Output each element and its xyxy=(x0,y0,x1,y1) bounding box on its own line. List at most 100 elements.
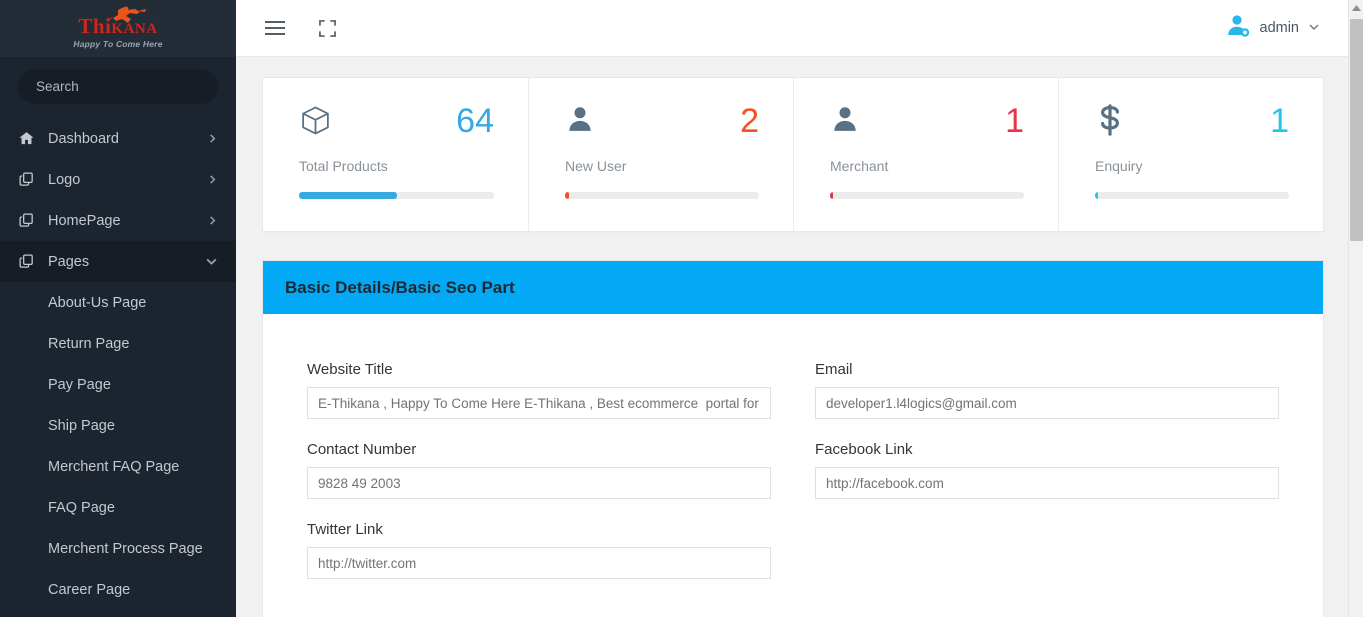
field-twitter-link: Twitter Link xyxy=(307,521,771,579)
form-column-right: Email Facebook Link xyxy=(793,361,1301,601)
sidebar-subitem-about-us-page[interactable]: About-Us Page xyxy=(0,282,236,323)
sidebar-item-label: Pages xyxy=(48,253,90,270)
brand-logo: ThiKANA Happy To Come Here xyxy=(52,6,184,52)
sidebar-subitem-label: FAQ Page xyxy=(48,499,115,516)
stat-value: 1 xyxy=(1005,102,1024,140)
field-label: Website Title xyxy=(307,361,393,378)
sidebar-subitem-pay-page[interactable]: Pay Page xyxy=(0,364,236,405)
sidebar-subitem-merchent-process-page[interactable]: Merchent Process Page xyxy=(0,528,236,569)
sidebar-item-label: HomePage xyxy=(48,212,121,229)
topbar: admin xyxy=(236,0,1348,57)
topbar-left-actions xyxy=(262,15,340,41)
sidebar: ThiKANA Happy To Come Here Dashboard xyxy=(0,0,236,617)
field-contact-number: Contact Number xyxy=(307,441,771,499)
sidebar-subitem-faq-page[interactable]: FAQ Page xyxy=(0,487,236,528)
sidebar-item-label: Dashboard xyxy=(48,130,119,147)
sidebar-subitem-career-page[interactable]: Career Page xyxy=(0,569,236,610)
website-title-input[interactable] xyxy=(307,387,771,419)
fullscreen-icon[interactable] xyxy=(314,15,340,41)
field-website-title: Website Title xyxy=(307,361,771,419)
stat-progress-bar xyxy=(565,192,759,199)
stat-top-row: 64 xyxy=(299,104,494,150)
user-avatar-icon xyxy=(1225,13,1251,44)
search-input[interactable] xyxy=(18,69,218,104)
chevron-down-icon xyxy=(1308,21,1320,35)
field-label: Contact Number xyxy=(307,441,417,458)
sidebar-subitem-label: Merchent Process Page xyxy=(48,540,203,557)
contact-number-input[interactable] xyxy=(307,467,771,499)
stat-progress-bar xyxy=(299,192,494,199)
scrollbar-thumb[interactable] xyxy=(1350,19,1363,241)
runner-logo-icon xyxy=(106,6,146,23)
twitter-link-input[interactable] xyxy=(307,547,771,579)
user-icon xyxy=(565,104,595,139)
panel-body: Website Title Contact Number Twitter Lin… xyxy=(263,314,1323,617)
dollar-icon xyxy=(1095,104,1125,141)
sidebar-item-homepage[interactable]: HomePage xyxy=(0,200,236,241)
sidebar-subitem-label: Pay Page xyxy=(48,376,111,393)
stat-progress-bar xyxy=(1095,192,1289,199)
panel-title: Basic Details/Basic Seo Part xyxy=(285,277,515,297)
stat-enquiry: 1 Enquiry xyxy=(1058,78,1323,231)
scroll-up-arrow-icon[interactable] xyxy=(1349,0,1363,17)
sidebar-subitem-label: About-Us Page xyxy=(48,294,147,311)
stat-top-row: 1 xyxy=(830,104,1024,150)
stat-label: Total Products xyxy=(299,158,388,174)
sidebar-item-pages[interactable]: Pages xyxy=(0,241,236,282)
page-scrollbar[interactable] xyxy=(1348,0,1363,617)
stat-value: 1 xyxy=(1270,102,1289,140)
sidebar-nav: Dashboard Logo HomePage Pages About-Us P… xyxy=(0,114,236,610)
basic-details-panel: Basic Details/Basic Seo Part Website Tit… xyxy=(262,260,1324,617)
panel-header: Basic Details/Basic Seo Part xyxy=(263,261,1323,314)
sidebar-subitem-return-page[interactable]: Return Page xyxy=(0,323,236,364)
field-label: Facebook Link xyxy=(815,441,913,458)
sidebar-subitem-ship-page[interactable]: Ship Page xyxy=(0,405,236,446)
field-email: Email xyxy=(815,361,1279,419)
user-icon xyxy=(830,104,860,139)
user-name-label: admin xyxy=(1259,20,1300,36)
user-menu[interactable]: admin xyxy=(1225,13,1321,44)
field-label: Twitter Link xyxy=(307,521,383,538)
stat-value: 2 xyxy=(740,102,759,140)
form-column-left: Website Title Contact Number Twitter Lin… xyxy=(285,361,793,601)
page-content: 64 Total Products 2 New User 1 Merchant … xyxy=(236,57,1348,617)
stat-progress-fill xyxy=(565,192,569,199)
brand-tagline: Happy To Come Here xyxy=(73,38,163,49)
field-label: Email xyxy=(815,361,853,378)
stat-value: 64 xyxy=(456,102,494,140)
hamburger-icon[interactable] xyxy=(262,15,288,41)
email-input[interactable] xyxy=(815,387,1279,419)
copy-icon xyxy=(18,212,44,229)
copy-icon xyxy=(18,171,44,188)
copy-icon xyxy=(18,253,44,270)
sidebar-subitem-merchent-faq-page[interactable]: Merchent FAQ Page xyxy=(0,446,236,487)
field-facebook-link: Facebook Link xyxy=(815,441,1279,499)
facebook-link-input[interactable] xyxy=(815,467,1279,499)
stat-top-row: 2 xyxy=(565,104,759,150)
stat-top-row: 1 xyxy=(1095,104,1289,150)
sidebar-item-label: Logo xyxy=(48,171,81,188)
stat-progress-fill xyxy=(1095,192,1099,199)
sidebar-subitem-label: Return Page xyxy=(48,335,130,352)
sidebar-search xyxy=(0,57,236,114)
stat-merchant: 1 Merchant xyxy=(793,78,1058,231)
stat-total-products: 64 Total Products xyxy=(263,78,528,231)
stat-new-user: 2 New User xyxy=(528,78,793,231)
chevron-right-icon xyxy=(207,215,218,226)
stat-label: Enquiry xyxy=(1095,158,1143,174)
brand-header[interactable]: ThiKANA Happy To Come Here xyxy=(0,0,236,57)
chevron-right-icon xyxy=(207,133,218,144)
sidebar-item-logo[interactable]: Logo xyxy=(0,159,236,200)
sidebar-subitem-label: Merchent FAQ Page xyxy=(48,458,180,475)
stat-label: Merchant xyxy=(830,158,889,174)
stat-progress-fill xyxy=(299,192,397,199)
sidebar-subitem-label: Ship Page xyxy=(48,417,115,434)
sidebar-item-dashboard[interactable]: Dashboard xyxy=(0,118,236,159)
chevron-down-icon xyxy=(205,255,218,268)
chevron-right-icon xyxy=(207,174,218,185)
home-icon xyxy=(18,130,44,147)
stat-progress-fill xyxy=(830,192,834,199)
app-root: ThiKANA Happy To Come Here Dashboard xyxy=(0,0,1363,617)
stat-progress-bar xyxy=(830,192,1024,199)
sidebar-subitem-label: Career Page xyxy=(48,581,131,598)
